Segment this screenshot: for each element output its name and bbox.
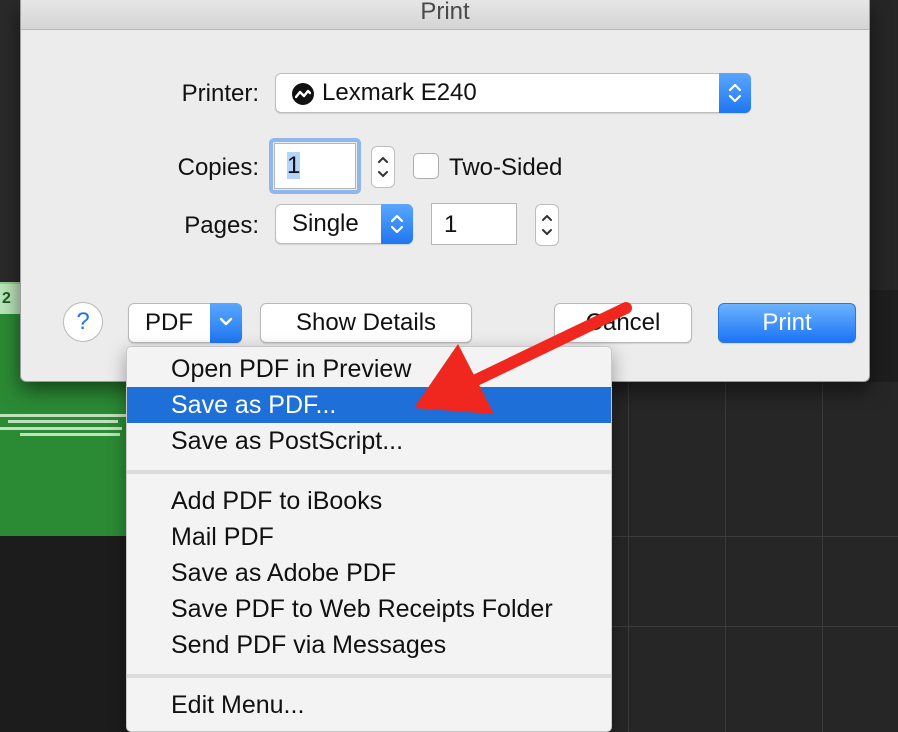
menu-item-edit-menu[interactable]: Edit Menu...	[127, 687, 611, 723]
print-button[interactable]: Print	[718, 303, 856, 343]
midi-note	[20, 433, 120, 436]
copies-field[interactable]: 1	[274, 143, 356, 189]
menu-item-open-pdf-in-preview[interactable]: Open PDF in Preview	[127, 351, 611, 387]
chevron-down-icon	[210, 303, 242, 343]
background-track-lower	[0, 536, 130, 732]
background-track-right	[870, 0, 898, 290]
menu-item-send-pdf-via-messages[interactable]: Send PDF via Messages	[127, 627, 611, 663]
printer-popup[interactable]: Lexmark E240	[275, 73, 751, 113]
printer-status-icon	[292, 83, 314, 105]
pages-mode-value: Single	[292, 210, 359, 237]
print-dialog: Print Printer: Lexmark E240 Copies: 1 Tw…	[20, 0, 870, 382]
background-timeline	[610, 382, 898, 732]
midi-note	[0, 414, 128, 417]
menu-item-mail-pdf[interactable]: Mail PDF	[127, 519, 611, 555]
pages-value: 1	[444, 211, 458, 238]
menu-separator	[127, 470, 611, 474]
pages-field[interactable]: 1	[431, 203, 517, 245]
menu-separator	[127, 674, 611, 678]
pdf-dropdown-menu: Open PDF in Preview Save as PDF... Save …	[126, 346, 612, 732]
background-gridline	[628, 382, 629, 732]
copies-stepper[interactable]	[371, 146, 395, 188]
midi-note	[8, 420, 118, 423]
chevron-up-down-icon	[381, 204, 413, 244]
cancel-button[interactable]: Cancel	[554, 303, 692, 343]
background-track-left	[0, 0, 20, 282]
two-sided-label: Two-Sided	[449, 154, 563, 181]
pdf-label: PDF	[145, 309, 193, 336]
chevron-up-down-icon	[719, 73, 751, 113]
pages-mode-popup[interactable]: Single	[275, 204, 413, 244]
copies-value: 1	[287, 152, 301, 179]
two-sided-checkbox[interactable]	[413, 153, 439, 179]
menu-item-save-as-pdf[interactable]: Save as PDF...	[127, 387, 611, 423]
background-gridline	[822, 382, 823, 732]
printer-value: Lexmark E240	[322, 79, 477, 106]
show-details-button[interactable]: Show Details	[260, 303, 472, 343]
menu-item-add-pdf-to-ibooks[interactable]: Add PDF to iBooks	[127, 483, 611, 519]
menu-item-save-as-postscript[interactable]: Save as PostScript...	[127, 423, 611, 459]
midi-note	[0, 427, 122, 430]
menu-item-save-as-adobe-pdf[interactable]: Save as Adobe PDF	[127, 555, 611, 591]
pdf-menu-button[interactable]: PDF	[128, 303, 242, 343]
copies-label: Copies:	[177, 154, 259, 181]
dialog-title: Print	[21, 0, 869, 30]
pages-stepper[interactable]	[535, 204, 559, 246]
background-gridline	[725, 382, 726, 732]
pages-label: Pages:	[184, 212, 259, 239]
help-button[interactable]: ?	[63, 302, 103, 342]
printer-label: Printer:	[181, 80, 259, 107]
menu-item-save-pdf-to-web-receipts[interactable]: Save PDF to Web Receipts Folder	[127, 591, 611, 627]
